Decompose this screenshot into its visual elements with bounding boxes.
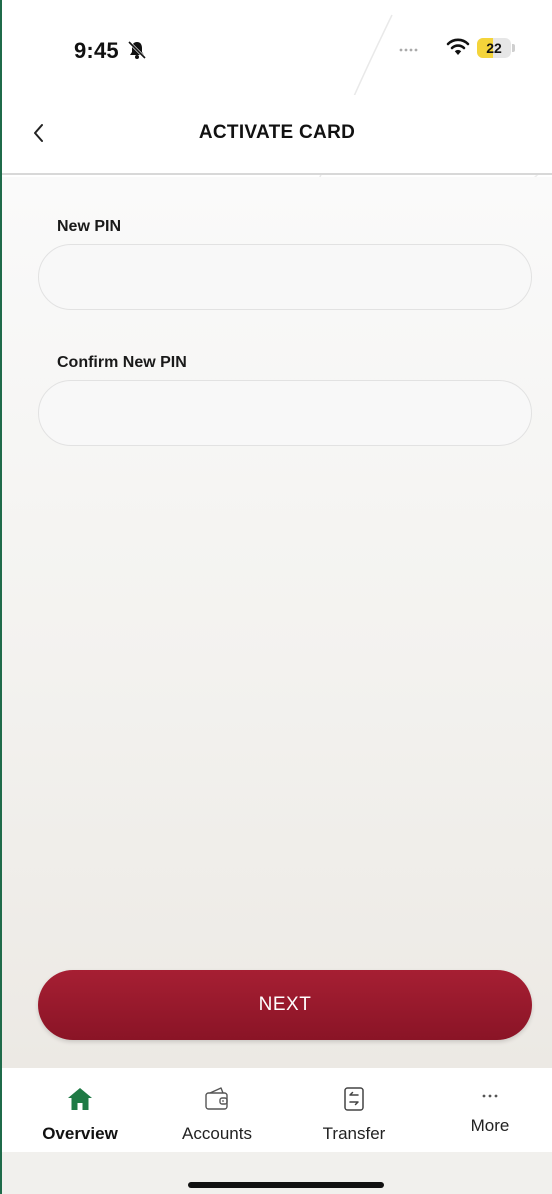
confirm-pin-input[interactable] bbox=[38, 380, 532, 446]
more-dots-icon bbox=[482, 1094, 498, 1098]
bottom-nav: Overview Accounts Transfer More bbox=[2, 1068, 552, 1152]
home-icon bbox=[68, 1088, 92, 1110]
home-indicator[interactable] bbox=[188, 1182, 384, 1188]
new-pin-input[interactable] bbox=[38, 244, 532, 310]
status-bar: 9:45 22 bbox=[2, 0, 552, 95]
nav-label-accounts: Accounts bbox=[182, 1124, 252, 1143]
nav-item-more[interactable]: More bbox=[440, 1068, 540, 1152]
page-title: ACTIVATE CARD bbox=[198, 122, 356, 143]
battery-level: 22 bbox=[486, 40, 502, 56]
nav-label-overview: Overview bbox=[42, 1124, 118, 1143]
new-pin-label: New PIN bbox=[57, 218, 122, 235]
header: ACTIVATE CARD bbox=[2, 95, 552, 175]
transfer-icon bbox=[344, 1087, 364, 1111]
battery-icon: 22 bbox=[477, 38, 511, 58]
wifi-icon bbox=[446, 38, 470, 55]
nav-item-overview[interactable]: Overview bbox=[30, 1068, 130, 1152]
nav-label-transfer: Transfer bbox=[322, 1124, 386, 1143]
bell-slash-icon bbox=[127, 40, 147, 60]
cellular-dots-icon bbox=[399, 48, 418, 52]
nav-label-more: More bbox=[470, 1116, 510, 1135]
nav-item-transfer[interactable]: Transfer bbox=[304, 1068, 404, 1152]
activate-card-screen: 9:45 22 ACTIVATE CARD New PIN Confirm Ne… bbox=[0, 0, 552, 1194]
confirm-pin-label: Confirm New PIN bbox=[57, 354, 187, 371]
status-time: 9:45 bbox=[74, 38, 119, 63]
content-area: New PIN Confirm New PIN NEXT bbox=[2, 177, 552, 1068]
battery-cap bbox=[512, 44, 515, 52]
wallet-icon bbox=[205, 1087, 228, 1110]
next-button[interactable]: NEXT bbox=[38, 970, 532, 1040]
nav-item-accounts[interactable]: Accounts bbox=[167, 1068, 267, 1152]
